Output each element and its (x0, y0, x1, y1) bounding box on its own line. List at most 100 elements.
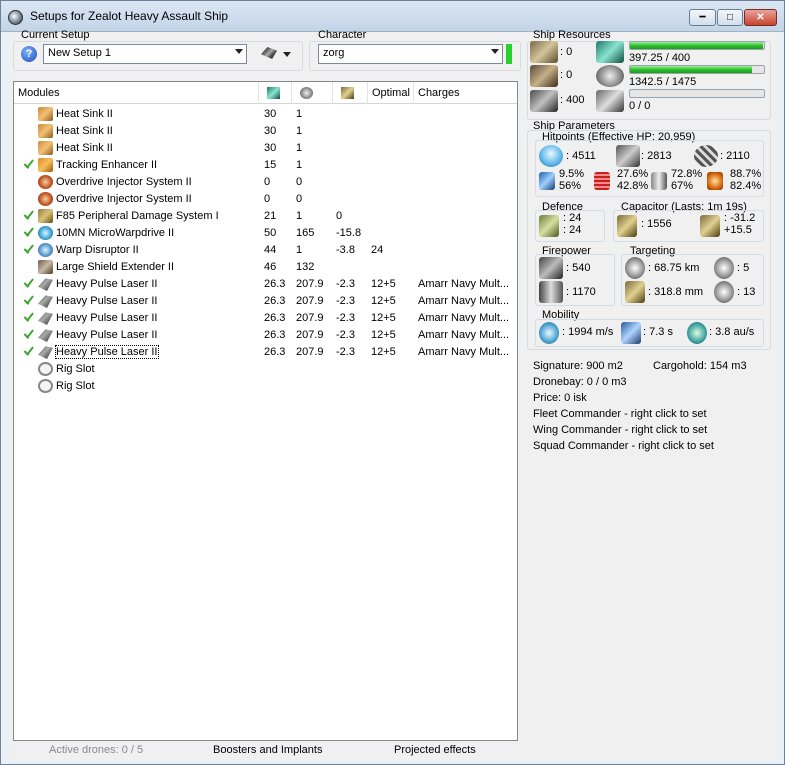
header-charges[interactable]: Charges (414, 82, 517, 104)
module-row[interactable]: Large Shield Extender II 46 132 (14, 259, 517, 276)
scan-resolution-value: : 318.8 mm (648, 286, 704, 298)
module-row[interactable]: Tracking Enhancer II 15 1 (14, 157, 517, 174)
projected-effects-button[interactable]: Projected effects (394, 744, 476, 756)
shield-hp-value: : 4511 (566, 150, 596, 162)
header-modules[interactable]: Modules (14, 82, 259, 104)
header-powergrid[interactable] (292, 82, 333, 104)
ship-icon (261, 47, 277, 59)
module-stat-c4: 12+5 (371, 346, 396, 358)
pulse-laser-icon (38, 312, 53, 325)
warp-speed-icon (687, 322, 707, 344)
powergrid-bar-fill (630, 66, 752, 73)
fleet-commander-slot[interactable]: Fleet Commander - right click to set (533, 408, 707, 420)
module-row[interactable]: Rig Slot (14, 361, 517, 378)
minimize-button[interactable]: ━ (689, 9, 716, 26)
explosive-resist-shield: 88.7% (730, 168, 762, 180)
module-row[interactable]: Overdrive Injector System II 0 0 (14, 191, 517, 208)
capacitor-recharge: +15.5 (724, 224, 752, 236)
turret-dps-value: : 540 (566, 262, 591, 274)
ship-menu-button[interactable] (259, 44, 295, 64)
modules-list[interactable]: Modules Optimal Charges Heat Sink II 30 1 H… (13, 81, 518, 741)
cargohold-value: Cargohold: 154 m3 (653, 360, 747, 372)
module-name: Heat Sink II (56, 108, 113, 120)
sensor-strength-icon (714, 281, 734, 303)
active-checkmark-icon[interactable] (24, 328, 35, 339)
module-row[interactable]: Overdrive Injector System II 0 0 (14, 174, 517, 191)
active-checkmark-icon[interactable] (24, 345, 35, 356)
pulse-laser-icon (38, 295, 53, 308)
warp-speed-value: : 3.8 au/s (709, 326, 755, 338)
active-checkmark-icon[interactable] (24, 243, 35, 254)
module-row[interactable]: 10MN MicroWarpdrive II 50 165 -15.8 (14, 225, 517, 242)
active-checkmark-icon[interactable] (24, 277, 35, 288)
active-checkmark-icon[interactable] (24, 226, 35, 237)
module-row[interactable]: Heavy Pulse Laser II 26.3 207.9 -2.3 12+5 Ama… (14, 276, 517, 293)
close-button[interactable]: ✕ (744, 9, 777, 26)
module-row[interactable]: F85 Peripheral Damage System I 21 1 0 (14, 208, 517, 225)
turret-hardpoint-icon (530, 41, 558, 63)
character-select-value: zorg (323, 47, 345, 59)
em-resist-icon (539, 172, 555, 190)
max-velocity-icon (539, 322, 559, 344)
launcher-hardpoint-icon (530, 65, 558, 87)
header-capacitor[interactable] (333, 82, 368, 104)
module-stat-c2: 0 (296, 176, 303, 188)
module-stat-c3: -15.8 (336, 227, 362, 239)
module-stat-c4: 24 (371, 244, 384, 256)
module-row[interactable]: Heavy Pulse Laser II 26.3 207.9 -2.3 12+5 Ama… (14, 344, 517, 361)
header-cpu[interactable] (259, 82, 292, 104)
module-name: F85 Peripheral Damage System I (56, 210, 219, 222)
header-optimal[interactable]: Optimal (368, 82, 414, 104)
module-stat-c1: 26.3 (264, 312, 286, 324)
structure-hp-value: : 2110 (720, 150, 750, 162)
active-drones-label[interactable]: Active drones: 0 / 5 (49, 744, 143, 756)
module-stat-c5: Amarr Navy Mult... (418, 278, 510, 290)
character-select[interactable]: zorg (318, 44, 503, 64)
powergrid-value: 1342.5 / 1475 (629, 76, 697, 88)
module-row[interactable]: Heat Sink II 30 1 (14, 106, 517, 123)
active-checkmark-icon[interactable] (24, 209, 35, 220)
module-stat-c1: 30 (264, 142, 277, 154)
active-checkmark-icon[interactable] (24, 311, 35, 322)
module-stat-c3: 0 (336, 210, 343, 222)
microwarpdrive-icon (38, 226, 53, 240)
shield-icon (539, 145, 563, 167)
module-stat-c5: Amarr Navy Mult... (418, 329, 510, 341)
pulse-laser-icon (38, 329, 53, 342)
module-row[interactable]: Heat Sink II 30 1 (14, 123, 517, 140)
module-stat-c2: 165 (296, 227, 315, 239)
module-name: Heavy Pulse Laser II (56, 278, 158, 290)
turret-dps-icon (539, 257, 563, 279)
overdrive-injector-icon (38, 192, 53, 206)
module-row[interactable]: Heavy Pulse Laser II 26.3 207.9 -2.3 12+5 Ama… (14, 327, 517, 344)
kinetic-resist-armor: 67% (671, 180, 694, 192)
module-stat-c1: 44 (264, 244, 277, 256)
squad-commander-slot[interactable]: Squad Commander - right click to set (533, 440, 714, 452)
target-range-value: : 68.75 km (648, 262, 700, 274)
active-checkmark-icon[interactable] (24, 294, 35, 305)
module-row[interactable]: Heat Sink II 30 1 (14, 140, 517, 157)
turret-slots-value: : 0 (560, 46, 573, 58)
module-stat-c2: 1 (296, 244, 303, 256)
module-stat-c2: 207.9 (296, 312, 324, 324)
module-stat-c2: 132 (296, 261, 315, 273)
module-row[interactable]: Rig Slot (14, 378, 517, 395)
module-row[interactable]: Heavy Pulse Laser II 26.3 207.9 -2.3 12+5 Ama… (14, 293, 517, 310)
boosters-implants-button[interactable]: Boosters and Implants (213, 744, 322, 756)
damage-system-icon (38, 209, 53, 223)
module-stat-c2: 207.9 (296, 295, 324, 307)
active-checkmark-icon[interactable] (24, 158, 35, 169)
module-row[interactable]: Heavy Pulse Laser II 26.3 207.9 -2.3 12+5 Ama… (14, 310, 517, 327)
module-name: Warp Disruptor II (56, 244, 139, 256)
module-name: Large Shield Extender II (56, 261, 175, 273)
setup-select[interactable]: New Setup 1 (43, 44, 247, 64)
cpu-icon (596, 41, 624, 63)
wing-commander-slot[interactable]: Wing Commander - right click to set (533, 424, 707, 436)
explosive-resist-icon (707, 172, 723, 190)
module-row[interactable]: Warp Disruptor II 44 1 -3.8 24 (14, 242, 517, 259)
kinetic-resist-icon (651, 172, 667, 190)
help-icon[interactable]: ? (21, 46, 37, 62)
maximize-button[interactable]: □ (717, 9, 743, 26)
sensor-strength-value: : 13 (737, 286, 756, 298)
module-stat-c1: 30 (264, 108, 277, 120)
